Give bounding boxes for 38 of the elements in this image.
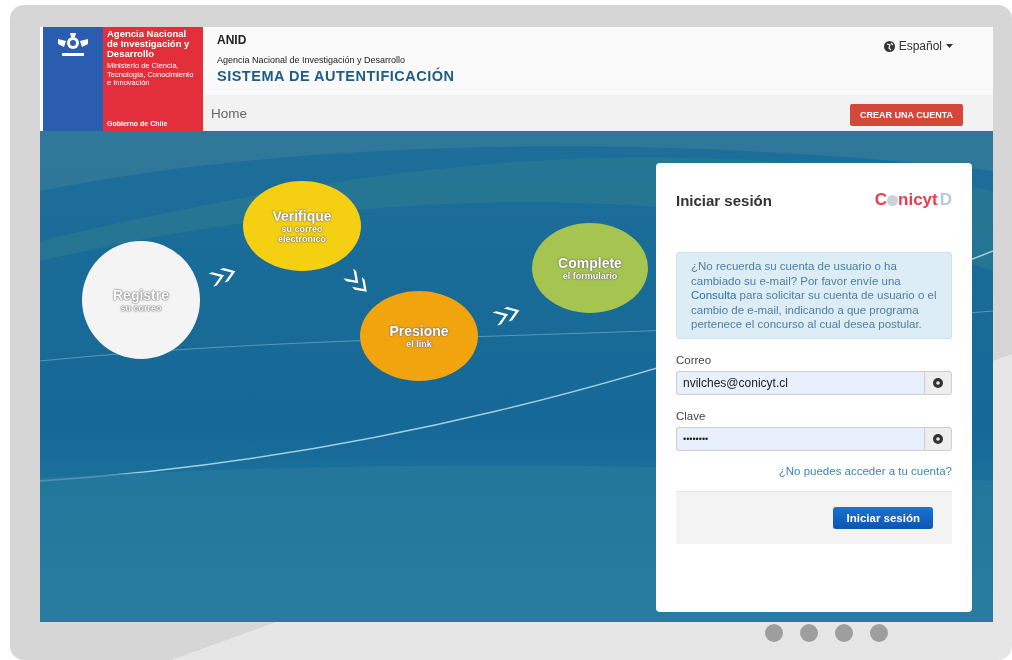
forgot-account-link[interactable]: ¿No puedes acceder a tu cuenta? [778, 464, 952, 477]
pager-dot[interactable] [765, 624, 783, 642]
globe-icon [883, 40, 895, 52]
field-label: Clave [676, 409, 707, 422]
agency-acronym: ANID [217, 33, 248, 47]
pager-dot[interactable] [870, 624, 888, 642]
agency-name: Agencia Nacional de Investigación y Desarrollo [217, 55, 407, 65]
login-button[interactable]: Iniciar sesión [833, 506, 933, 529]
step-title: Complete [558, 255, 622, 271]
brand-logo-text: C [874, 190, 888, 210]
step-title: Verifique [272, 208, 332, 224]
brand-mark: D [939, 190, 952, 210]
create-account-button[interactable]: CREAR UNA CUENTA [850, 104, 963, 126]
eye-icon [933, 377, 943, 388]
pager-dot[interactable] [800, 624, 818, 642]
step-subtitle: el link [405, 339, 433, 349]
eye-icon [933, 433, 943, 444]
language-dropdown[interactable]: Español [883, 39, 953, 53]
email-field[interactable]: nvilches@conicyt.cl [676, 370, 924, 395]
info-text: ¿No recuerda su cuenta de usuario o ha cambiado su e-mail? Por favor envíe una Consulta para solicitar su cuenta de usuario o el cambio de e-mail, indicando a que programa pertenece el concurso al cual desea postular. [691, 259, 937, 332]
caret-icon [946, 44, 953, 48]
field-label: Correo [676, 353, 713, 366]
pager-dot[interactable] [835, 624, 853, 642]
system-title: SISTEMA DE AUTENTIFICACIÓN [217, 68, 455, 84]
dot-icon [887, 194, 899, 206]
addon-button[interactable] [924, 370, 952, 395]
language-label: Español [898, 39, 942, 53]
step-title: Presione [389, 323, 449, 339]
step-subtitle: el formulario [561, 271, 619, 281]
brand-logo-text: nicyt [898, 190, 938, 210]
step-subtitle: su correo electrónico [277, 224, 327, 244]
coat-of-arms-icon [56, 31, 90, 59]
login-title: Iniciar sesión [676, 191, 772, 209]
password-field[interactable]: •••••••• [676, 426, 924, 451]
consulta-link[interactable]: Consulta [691, 289, 737, 301]
addon-button[interactable] [924, 426, 952, 451]
nav-link[interactable]: Home [211, 106, 247, 121]
agency-logo-text: Agencia Nacional de Investigación y Desarrollo [107, 29, 191, 59]
